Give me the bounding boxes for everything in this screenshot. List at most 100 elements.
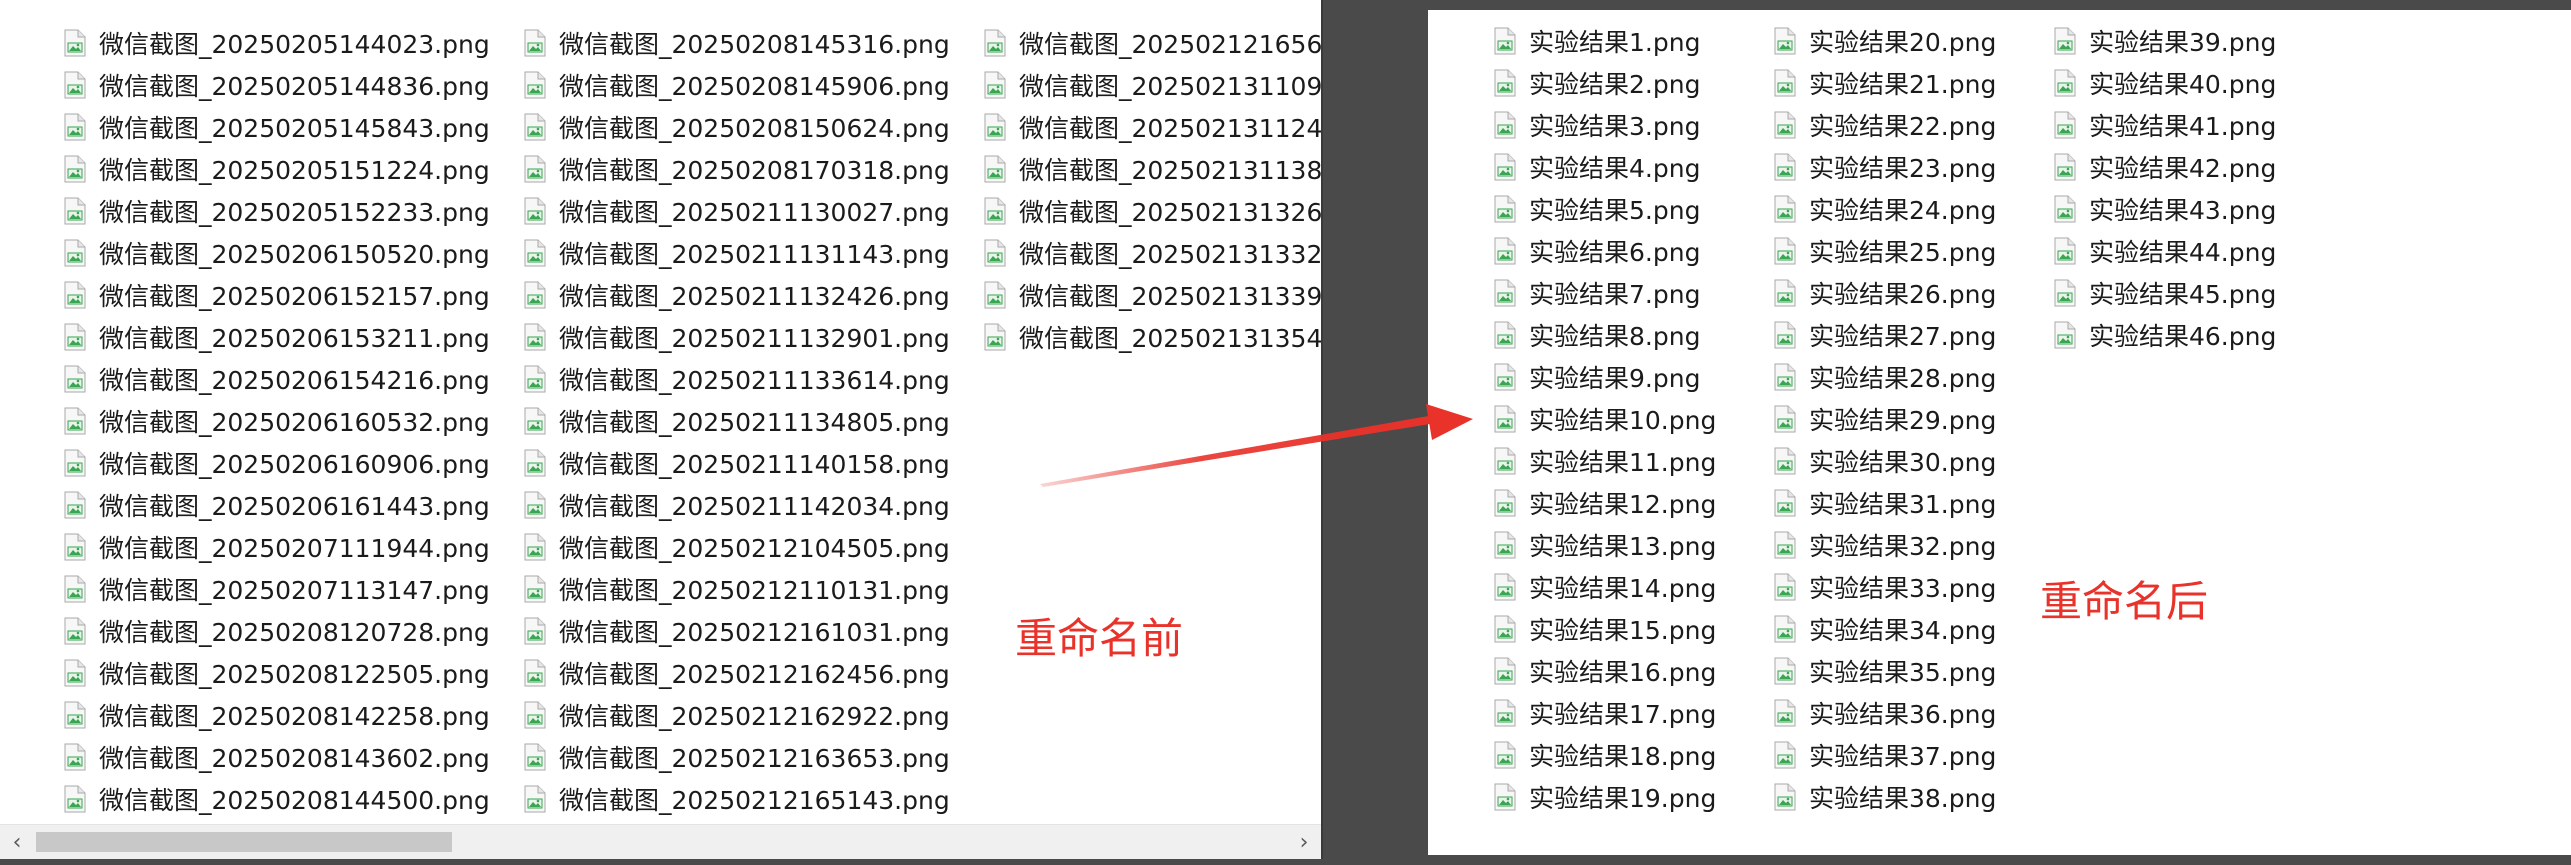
- file-item[interactable]: 实验结果35.png: [1774, 650, 2054, 692]
- file-item[interactable]: 实验结果10.png: [1494, 398, 1774, 440]
- file-item[interactable]: 微信截图_20250213133247: [984, 232, 1321, 274]
- file-item[interactable]: 微信截图_20250208170318.png: [524, 148, 984, 190]
- file-item[interactable]: 微信截图_20250205144023.png: [64, 22, 524, 64]
- file-item[interactable]: 微信截图_20250208120728.png: [64, 610, 524, 652]
- file-item[interactable]: 微信截图_20250212165143.png: [524, 778, 984, 820]
- file-item[interactable]: 实验结果11.png: [1494, 440, 1774, 482]
- file-item[interactable]: 实验结果44.png: [2054, 230, 2334, 272]
- file-item[interactable]: 实验结果19.png: [1494, 776, 1774, 818]
- file-item[interactable]: 实验结果37.png: [1774, 734, 2054, 776]
- file-item[interactable]: 微信截图_20250213133958: [984, 274, 1321, 316]
- file-item[interactable]: 实验结果5.png: [1494, 188, 1774, 230]
- file-item[interactable]: 实验结果17.png: [1494, 692, 1774, 734]
- file-item[interactable]: 微信截图_20250208143602.png: [64, 736, 524, 778]
- file-name: 实验结果6.png: [1529, 238, 1701, 267]
- file-item[interactable]: 实验结果34.png: [1774, 608, 2054, 650]
- file-item[interactable]: 实验结果9.png: [1494, 356, 1774, 398]
- file-item[interactable]: 微信截图_20250213110907: [984, 64, 1323, 106]
- file-item[interactable]: 实验结果36.png: [1774, 692, 2054, 734]
- file-item[interactable]: 微信截图_20250206154216.png: [64, 358, 524, 400]
- file-item[interactable]: 微信截图_20250208144500.png: [64, 778, 524, 820]
- image-file-icon: [1774, 657, 1796, 685]
- file-item[interactable]: 实验结果23.png: [1774, 146, 2054, 188]
- file-item[interactable]: 微信截图_20250212110131.png: [524, 568, 984, 610]
- file-item[interactable]: 实验结果43.png: [2054, 188, 2334, 230]
- file-item[interactable]: 微信截图_20250206160532.png: [64, 400, 524, 442]
- file-item[interactable]: 实验结果41.png: [2054, 104, 2334, 146]
- file-item[interactable]: 实验结果46.png: [2054, 314, 2334, 356]
- file-item[interactable]: 微信截图_20250207113147.png: [64, 568, 524, 610]
- file-item[interactable]: 微信截图_20250213132602: [984, 190, 1321, 232]
- file-item[interactable]: 微信截图_20250205145843.png: [64, 106, 524, 148]
- file-item[interactable]: 实验结果30.png: [1774, 440, 2054, 482]
- file-item[interactable]: 微信截图_20250206152157.png: [64, 274, 524, 316]
- file-item[interactable]: 微信截图_20250211131143.png: [524, 232, 984, 274]
- file-item[interactable]: 微信截图_20250212162922.png: [524, 694, 984, 736]
- file-item[interactable]: 实验结果38.png: [1774, 776, 2054, 818]
- file-item[interactable]: 实验结果27.png: [1774, 314, 2054, 356]
- file-item[interactable]: 实验结果7.png: [1494, 272, 1774, 314]
- file-item[interactable]: 微信截图_20250208145316.png: [524, 22, 984, 64]
- file-item[interactable]: 微信截图_20250206160906.png: [64, 442, 524, 484]
- file-item[interactable]: 微信截图_20250208122505.png: [64, 652, 524, 694]
- file-item[interactable]: 微信截图_20250211142034.png: [524, 484, 984, 526]
- file-item[interactable]: 实验结果32.png: [1774, 524, 2054, 566]
- file-item[interactable]: 微信截图_20250213112449: [984, 106, 1321, 148]
- file-item[interactable]: 微信截图_20250211132426.png: [524, 274, 984, 316]
- file-item[interactable]: 实验结果15.png: [1494, 608, 1774, 650]
- file-item[interactable]: 实验结果16.png: [1494, 650, 1774, 692]
- file-item[interactable]: 实验结果3.png: [1494, 104, 1774, 146]
- file-item[interactable]: 微信截图_20250211130027.png: [524, 190, 984, 232]
- file-item[interactable]: 实验结果22.png: [1774, 104, 2054, 146]
- file-item[interactable]: 微信截图_20250205144836.png: [64, 64, 524, 106]
- scroll-left-arrow-icon[interactable]: ‹: [0, 825, 34, 859]
- file-item[interactable]: 实验结果42.png: [2054, 146, 2334, 188]
- scroll-right-arrow-icon[interactable]: ›: [1287, 825, 1321, 859]
- file-item[interactable]: 微信截图_20250211140158.png: [524, 442, 984, 484]
- file-item[interactable]: 实验结果12.png: [1494, 482, 1774, 524]
- file-item[interactable]: 实验结果13.png: [1494, 524, 1774, 566]
- file-item[interactable]: 实验结果24.png: [1774, 188, 2054, 230]
- file-item[interactable]: 实验结果45.png: [2054, 272, 2334, 314]
- file-item[interactable]: 实验结果33.png: [1774, 566, 2054, 608]
- file-item[interactable]: 微信截图_20250208142258.png: [64, 694, 524, 736]
- file-item[interactable]: 实验结果29.png: [1774, 398, 2054, 440]
- file-item[interactable]: 微信截图_20250205151224.png: [64, 148, 524, 190]
- file-name: 实验结果18.png: [1529, 742, 1717, 771]
- file-item[interactable]: 实验结果6.png: [1494, 230, 1774, 272]
- file-item[interactable]: 微信截图_20250205152233.png: [64, 190, 524, 232]
- file-item[interactable]: 实验结果40.png: [2054, 62, 2334, 104]
- file-item[interactable]: 微信截图_20250212165631: [984, 22, 1321, 64]
- file-item[interactable]: 实验结果20.png: [1774, 20, 2054, 62]
- file-item[interactable]: 微信截图_20250207111944.png: [64, 526, 524, 568]
- file-item[interactable]: 微信截图_20250212161031.png: [524, 610, 984, 652]
- file-item[interactable]: 微信截图_20250206153211.png: [64, 316, 524, 358]
- file-item[interactable]: 实验结果39.png: [2054, 20, 2334, 62]
- file-item[interactable]: 微信截图_20250213113835: [984, 148, 1321, 190]
- file-item[interactable]: 微信截图_20250211132901.png: [524, 316, 984, 358]
- file-item[interactable]: 微信截图_20250211133614.png: [524, 358, 984, 400]
- file-item[interactable]: 微信截图_20250208145906.png: [524, 64, 984, 106]
- file-item[interactable]: 实验结果21.png: [1774, 62, 2054, 104]
- file-item[interactable]: 微信截图_20250211134805.png: [524, 400, 984, 442]
- file-item[interactable]: 微信截图_20250206150520.png: [64, 232, 524, 274]
- file-item[interactable]: 微信截图_20250213135450: [984, 316, 1321, 358]
- file-item[interactable]: 实验结果14.png: [1494, 566, 1774, 608]
- file-item[interactable]: 实验结果26.png: [1774, 272, 2054, 314]
- file-item[interactable]: 微信截图_20250212163653.png: [524, 736, 984, 778]
- file-item[interactable]: 实验结果18.png: [1494, 734, 1774, 776]
- file-item[interactable]: 微信截图_20250212162456.png: [524, 652, 984, 694]
- file-item[interactable]: 实验结果25.png: [1774, 230, 2054, 272]
- file-item[interactable]: 实验结果28.png: [1774, 356, 2054, 398]
- file-item[interactable]: 微信截图_20250212104505.png: [524, 526, 984, 568]
- file-item[interactable]: 实验结果4.png: [1494, 146, 1774, 188]
- file-name: 微信截图_20250213110907: [1019, 72, 1323, 101]
- file-item[interactable]: 实验结果31.png: [1774, 482, 2054, 524]
- file-item[interactable]: 实验结果1.png: [1494, 20, 1774, 62]
- file-item[interactable]: 微信截图_20250208150624.png: [524, 106, 984, 148]
- file-item[interactable]: 微信截图_20250206161443.png: [64, 484, 524, 526]
- file-item[interactable]: 实验结果2.png: [1494, 62, 1774, 104]
- horizontal-scrollbar[interactable]: ‹ ›: [0, 824, 1321, 859]
- scrollbar-thumb[interactable]: [36, 832, 452, 852]
- file-item[interactable]: 实验结果8.png: [1494, 314, 1774, 356]
